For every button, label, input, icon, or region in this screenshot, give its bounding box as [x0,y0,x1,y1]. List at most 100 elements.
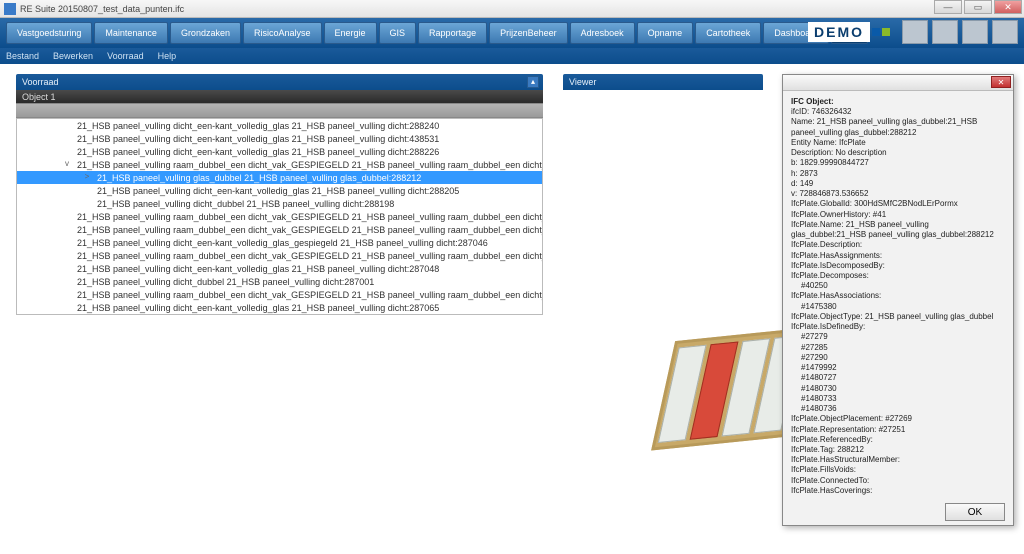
properties-dialog: ✕ IFC Object:ifcID: 746326432Name: 21_HS… [782,74,1014,526]
menubar: Bestand Bewerken Voorraad Help [0,48,1024,64]
toolbar-button-prijzenbeheer[interactable]: PrijzenBeheer [489,22,568,44]
property-line: d: 149 [791,179,1005,189]
window-minimize-button[interactable]: — [934,0,962,14]
tree-row-label: 21_HSB paneel_vulling dicht_dubbel 21_HS… [97,199,394,209]
tree-row[interactable]: 21_HSB paneel_vulling dicht_dubbel 21_HS… [17,197,542,210]
property-line: #27279 [791,332,1005,342]
property-line: IfcPlate.Name: 21_HSB paneel_vulling gla… [791,220,1005,240]
property-line: #1479992 [791,363,1005,373]
object-tree[interactable]: 21_HSB paneel_vulling dicht_een-kant_vol… [16,118,543,315]
dialog-body: IFC Object:ifcID: 746326432Name: 21_HSB … [783,91,1013,497]
property-line: IfcPlate.ReferencedBy: [791,435,1005,445]
tree-row[interactable]: 21_HSB paneel_vulling raam_dubbel_een di… [17,249,542,262]
toolbar-button-gis[interactable]: GIS [379,22,417,44]
toolbar-button-adresboek[interactable]: Adresboek [570,22,635,44]
property-line: IfcPlate.ObjectPlacement: #27269 [791,414,1005,424]
window-title: RE Suite 20150807_test_data_punten.ifc [20,4,184,14]
tree-expand-closed-icon[interactable]: > [83,173,91,181]
property-line: Name: 21_HSB paneel_vulling glas_dubbel:… [791,117,1005,137]
property-line: IfcPlate.Tag: 288212 [791,445,1005,455]
viewer-panel-header: Viewer [563,74,763,90]
property-line: ifcID: 746326432 [791,107,1005,117]
tree-row[interactable]: 21_HSB paneel_vulling raam_dubbel_een di… [17,223,542,236]
property-line: b: 1829.99990844727 [791,158,1005,168]
voorraad-panel-header: Voorraad ▴ [16,74,543,90]
object-header[interactable]: Object 1 [16,90,543,104]
property-line: Description: No description [791,148,1005,158]
property-line: #1480733 [791,394,1005,404]
property-line: #1480736 [791,404,1005,414]
tree-row-label: 21_HSB paneel_vulling dicht_een-kant_vol… [77,121,439,131]
toolbar-button-grondzaken[interactable]: Grondzaken [170,22,241,44]
property-line: IfcPlate.HasAssignments: [791,251,1005,261]
toolbar-button-maintenance[interactable]: Maintenance [94,22,168,44]
tree-row[interactable]: 21_HSB paneel_vulling raam_dubbel_een di… [17,288,542,301]
toolbar-button-opname[interactable]: Opname [637,22,694,44]
tree-row-label: 21_HSB paneel_vulling dicht_een-kant_vol… [77,147,439,157]
menu-bewerken[interactable]: Bewerken [53,51,93,61]
ok-button[interactable]: OK [945,503,1005,521]
main-toolbar: VastgoedsturingMaintenanceGrondzakenRisi… [0,18,1024,48]
property-line: IfcPlate.OwnerHistory: #41 [791,210,1005,220]
tree-row[interactable]: 21_HSB paneel_vulling dicht_een-kant_vol… [17,236,542,249]
menu-help[interactable]: Help [158,51,177,61]
property-line: IfcPlate.HasProjections: [791,496,1005,497]
tree-row[interactable]: 21_HSB paneel_vulling dicht_een-kant_vol… [17,301,542,314]
window-titlebar: RE Suite 20150807_test_data_punten.ifc —… [0,0,1024,18]
tree-row-label: 21_HSB paneel_vulling dicht_een-kant_vol… [77,303,439,313]
object-title: Object 1 [22,92,56,102]
spacer-row [16,104,543,118]
tree-row-label: 21_HSB paneel_vulling raam_dubbel_een di… [77,212,542,222]
property-line: #27290 [791,353,1005,363]
tree-row[interactable]: 21_HSB paneel_vulling dicht_dubbel 21_HS… [17,275,542,288]
brand-text: DEMO [808,22,870,42]
property-line: IfcPlate.Description: [791,240,1005,250]
tree-row[interactable]: >21_HSB paneel_vulling glas_dubbel 21_HS… [17,171,542,184]
property-line: IfcPlate.GlobalId: 300HdSMfC2BNodLErPorm… [791,199,1005,209]
property-line: IfcPlate.IsDefinedBy: [791,322,1005,332]
property-line: #1480730 [791,384,1005,394]
tree-row-label: 21_HSB paneel_vulling dicht_een-kant_vol… [77,264,439,274]
tree-row[interactable]: v21_HSB paneel_vulling raam_dubbel_een d… [17,158,542,171]
tree-row[interactable]: 21_HSB paneel_vulling dicht_een-kant_vol… [17,184,542,197]
menu-bestand[interactable]: Bestand [6,51,39,61]
property-line: IfcPlate.IsDecomposedBy: [791,261,1005,271]
toolbar-button-cartotheek[interactable]: Cartotheek [695,22,761,44]
tree-row[interactable]: 21_HSB paneel_vulling raam_dubbel_een di… [17,210,542,223]
property-line: #27285 [791,343,1005,353]
property-line: #40250 [791,281,1005,291]
tree-row-label: 21_HSB paneel_vulling dicht_een-kant_vol… [97,186,459,196]
window-maximize-button[interactable]: ▭ [964,0,992,14]
toolbar-button-risicoanalyse[interactable]: RisicoAnalyse [243,22,322,44]
property-line: IfcPlate.ConnectedTo: [791,476,1005,486]
tree-row-label: 21_HSB paneel_vulling raam_dubbel_een di… [77,251,542,261]
property-line: v: 728846873.536652 [791,189,1005,199]
property-line: h: 2873 [791,169,1005,179]
tree-row-label: 21_HSB paneel_vulling raam_dubbel_een di… [77,225,542,235]
dialog-close-button[interactable]: ✕ [991,76,1011,88]
header-thumbnails [898,20,1018,44]
panel-collapse-button[interactable]: ▴ [527,76,539,88]
dialog-titlebar[interactable]: ✕ [783,75,1013,91]
toolbar-button-energie[interactable]: Energie [324,22,377,44]
property-line: Entity Name: IfcPlate [791,138,1005,148]
property-line: IfcPlate.Decomposes: [791,271,1005,281]
property-line: IfcPlate.HasCoverings: [791,486,1005,496]
window-close-button[interactable]: ✕ [994,0,1022,14]
viewer-title: Viewer [569,77,596,87]
property-line: #1475380 [791,302,1005,312]
tree-row[interactable]: 21_HSB paneel_vulling dicht_een-kant_vol… [17,132,542,145]
tree-row-label: 21_HSB paneel_vulling dicht_een-kant_vol… [77,134,439,144]
tree-row[interactable]: 21_HSB paneel_vulling dicht_een-kant_vol… [17,119,542,132]
left-panel: Voorraad ▴ Object 1 21_HSB paneel_vullin… [0,64,555,554]
toolbar-button-rapportage[interactable]: Rapportage [418,22,487,44]
property-line: IfcPlate.Representation: #27251 [791,425,1005,435]
toolbar-button-vastgoedsturing[interactable]: Vastgoedsturing [6,22,92,44]
property-line: IfcPlate.FillsVoids: [791,465,1005,475]
property-line: IfcPlate.HasStructuralMember: [791,455,1005,465]
tree-expand-open-icon[interactable]: v [63,160,71,168]
tree-row[interactable]: 21_HSB paneel_vulling dicht_een-kant_vol… [17,262,542,275]
tree-row[interactable]: 21_HSB paneel_vulling dicht_een-kant_vol… [17,145,542,158]
menu-voorraad[interactable]: Voorraad [107,51,144,61]
tree-row-label: 21_HSB paneel_vulling dicht_dubbel 21_HS… [77,277,374,287]
